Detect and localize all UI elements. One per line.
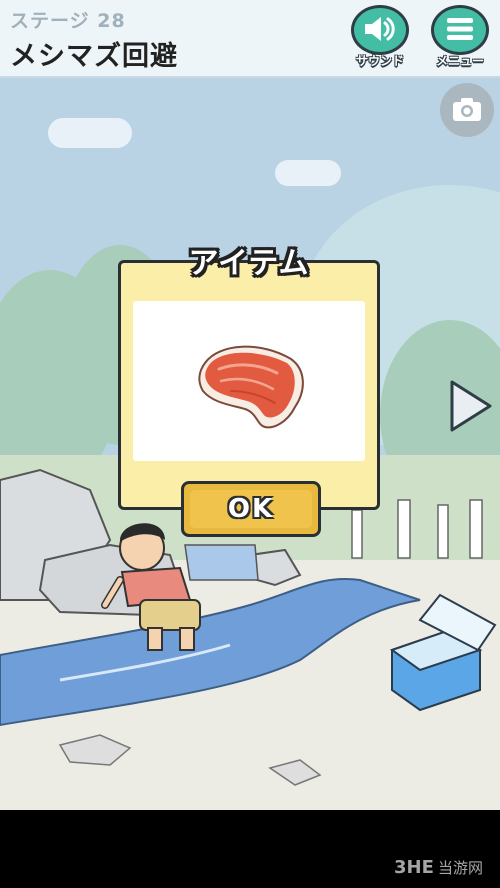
hamburger-icon [447, 18, 473, 40]
pebbles [268, 759, 322, 786]
dialog-title: アイテム [188, 246, 310, 281]
waterfall [184, 544, 259, 581]
tree-trunk [437, 504, 449, 559]
game-screen: ステージ 28 メシマズ回避 サウンド メニュー アイテム OK [0, 0, 500, 810]
svg-text:3HE: 3HE [394, 857, 434, 878]
svg-text:当游网: 当游网 [438, 859, 483, 877]
cooler-box [389, 593, 497, 712]
sound-button[interactable]: サウンド [349, 5, 411, 68]
ok-button[interactable]: OK [181, 481, 321, 537]
meat-steak-icon [198, 345, 304, 429]
tree-trunk [469, 499, 483, 559]
level-title: メシマズ回避 [10, 41, 178, 72]
menu-button[interactable]: メニュー [429, 5, 491, 68]
ok-button-label: OK [227, 494, 275, 524]
stage-number: ステージ 28 [10, 10, 126, 32]
boy-character [101, 523, 201, 651]
item-display-panel [133, 301, 365, 461]
camera-icon [453, 98, 481, 121]
speaker-icon [365, 17, 395, 41]
watermark-logo: 3HE 当游网 [394, 857, 483, 878]
item-dialog: アイテム [118, 246, 380, 510]
bottom-letterbox: 3HE 当游网 [0, 810, 500, 888]
menu-button-label: メニュー [435, 54, 484, 68]
top-bar: ステージ 28 メシマズ回避 サウンド メニュー [0, 0, 500, 78]
tree-trunk [397, 499, 411, 559]
tree-trunk [351, 509, 363, 559]
sound-button-label: サウンド [355, 54, 404, 68]
camera-button[interactable] [440, 83, 494, 137]
arrow-right-icon[interactable] [446, 378, 494, 434]
pebbles [58, 734, 132, 766]
